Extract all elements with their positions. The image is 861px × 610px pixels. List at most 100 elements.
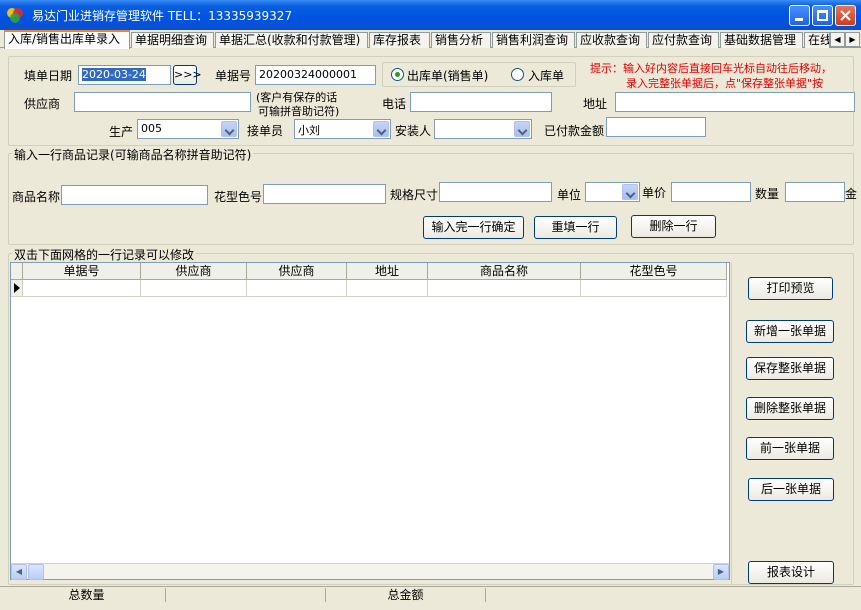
save-bill-button[interactable]: 保存整张单据 <box>746 357 834 380</box>
supplier-note-line-2: 可输拼音助记符) <box>258 105 340 118</box>
address-label: 地址 <box>583 97 608 111</box>
production-value: 005 <box>141 122 162 135</box>
qty-input[interactable] <box>785 182 845 202</box>
delete-line-button[interactable]: 删除一行 <box>631 215 716 238</box>
production-label: 生产 <box>109 125 134 139</box>
chevron-down-icon[interactable] <box>221 121 237 137</box>
maximize-button[interactable] <box>812 5 833 26</box>
spec-input[interactable] <box>439 182 552 202</box>
tab-sales-analysis[interactable]: 销售分析 <box>431 32 491 48</box>
total-qty-label: 总数量 <box>8 588 166 602</box>
action-panel: 打印预览 新增一张单据 保存整张单据 删除整张单据 前一张单据 后一张单据 报表… <box>731 262 853 584</box>
date-label: 填单日期 <box>24 69 73 83</box>
grid-row-indicator[interactable] <box>11 280 23 297</box>
tab-summary[interactable]: 单据汇总(收款和付款管理) <box>215 32 368 48</box>
supplier-input[interactable] <box>74 92 251 112</box>
close-icon <box>840 10 851 21</box>
scroll-left-icon[interactable]: ◀ <box>11 564 27 580</box>
tab-profit-query[interactable]: 销售利润查询 <box>492 32 575 48</box>
tab-online[interactable]: 在线 <box>804 32 830 48</box>
qty-label: 数量 <box>755 187 780 201</box>
total-qty-value <box>166 588 326 602</box>
tab-payable[interactable]: 应付款查询 <box>648 32 719 48</box>
minimize-icon <box>795 18 803 21</box>
color-label: 花型色号 <box>214 190 263 204</box>
amount-label: 金 <box>845 187 858 201</box>
product-name-input[interactable] <box>61 185 208 205</box>
total-amount-value <box>486 588 856 602</box>
table-cell[interactable] <box>581 280 727 297</box>
address-input[interactable] <box>615 92 855 112</box>
grid-col-address[interactable]: 地址 <box>347 263 428 280</box>
phone-input[interactable] <box>410 92 552 112</box>
next-bill-button[interactable]: 后一张单据 <box>748 478 834 501</box>
scroll-thumb[interactable] <box>28 564 44 580</box>
delete-bill-button[interactable]: 删除整张单据 <box>746 397 834 420</box>
report-design-button[interactable]: 报表设计 <box>748 561 834 584</box>
tab-receivable[interactable]: 应收款查询 <box>576 32 647 48</box>
tab-strip: 入库/销售出库单录入 单据明细查询 单据汇总(收款和付款管理) 库存报表 销售分… <box>0 30 861 49</box>
table-cell[interactable] <box>347 280 428 297</box>
grid-col-supplier-2[interactable]: 供应商 <box>247 263 347 280</box>
grid-group-title: 双击下面网格的一行记录可以修改 <box>12 246 197 263</box>
grid-col-color[interactable]: 花型色号 <box>581 263 727 280</box>
minimize-button[interactable] <box>789 5 810 26</box>
color-input[interactable] <box>263 184 386 204</box>
grid-corner <box>11 263 23 280</box>
date-value: 2020-03-24 <box>82 68 146 81</box>
scroll-right-icon[interactable]: ▶ <box>713 564 729 580</box>
radio-outbound-label: 出库单(销售单) <box>407 69 489 83</box>
hint-line-1: 提示：输入好内容后直接回车光标自动往后移动， <box>590 62 832 75</box>
date-input[interactable]: 2020-03-24 <box>78 65 171 85</box>
paid-label: 已付款金额 <box>544 124 605 138</box>
supplier-label: 供应商 <box>24 97 61 111</box>
grid-col-bill-no[interactable]: 单据号 <box>23 263 141 280</box>
bill-grid[interactable]: 单据号 供应商 供应商 地址 商品名称 花型色号 ◀ ▶ <box>10 262 730 580</box>
tab-base-data[interactable]: 基础数据管理 <box>720 32 803 48</box>
total-amount-label: 总金额 <box>326 588 486 602</box>
tab-detail-query[interactable]: 单据明细查询 <box>131 32 214 48</box>
bill-no-label: 单据号 <box>215 69 252 83</box>
refill-line-button[interactable]: 重填一行 <box>534 216 617 239</box>
grid-horizontal-scrollbar[interactable]: ◀ ▶ <box>11 563 729 580</box>
chevron-down-icon[interactable] <box>514 121 530 137</box>
prev-bill-button[interactable]: 前一张单据 <box>746 437 834 460</box>
tab-entry[interactable]: 入库/销售出库单录入 <box>4 30 130 49</box>
title-bar: 易达门业进销存管理软件 TELL：13335939327 <box>0 0 861 30</box>
grid-col-supplier[interactable]: 供应商 <box>141 263 247 280</box>
price-label: 单价 <box>642 186 667 200</box>
price-input[interactable] <box>671 182 751 202</box>
table-cell[interactable] <box>428 280 581 297</box>
radio-inbound[interactable] <box>511 68 524 81</box>
maximize-icon <box>817 10 828 21</box>
tab-stock-report[interactable]: 库存报表 <box>369 32 430 48</box>
print-preview-button[interactable]: 打印预览 <box>748 277 833 300</box>
table-cell[interactable] <box>141 280 247 297</box>
chevron-down-icon[interactable] <box>373 121 389 137</box>
unit-select[interactable] <box>585 182 640 202</box>
unit-label: 单位 <box>557 188 582 202</box>
date-picker-button[interactable]: >>> <box>173 65 202 85</box>
paid-input[interactable] <box>606 117 706 137</box>
product-name-label: 商品名称 <box>12 190 61 204</box>
grid-col-product-name[interactable]: 商品名称 <box>428 263 581 280</box>
phone-label: 电话 <box>382 97 407 111</box>
new-bill-button[interactable]: 新增一张单据 <box>746 320 834 343</box>
installer-select[interactable] <box>434 119 532 139</box>
table-cell[interactable] <box>247 280 347 297</box>
confirm-line-button[interactable]: 输入完一行确定 <box>423 216 524 239</box>
receiver-value: 小刘 <box>298 124 320 137</box>
installer-label: 安装人 <box>395 124 432 138</box>
table-cell[interactable] <box>23 280 141 297</box>
line-entry-title: 输入一行商品记录(可输商品名称拼音助记符) <box>12 146 254 163</box>
radio-outbound[interactable] <box>391 68 404 81</box>
receiver-select[interactable]: 小刘 <box>294 119 391 139</box>
close-button[interactable] <box>835 5 856 26</box>
app-logo-icon <box>7 8 23 23</box>
tab-scroll-right-button[interactable]: ▶ <box>845 32 860 47</box>
window-title: 易达门业进销存管理软件 TELL：13335939327 <box>32 9 293 23</box>
tab-scroll-left-button[interactable]: ◀ <box>830 32 845 47</box>
production-select[interactable]: 005 <box>137 119 239 139</box>
bill-no-input[interactable]: 20200324000001 <box>255 65 376 85</box>
chevron-down-icon[interactable] <box>622 184 638 200</box>
